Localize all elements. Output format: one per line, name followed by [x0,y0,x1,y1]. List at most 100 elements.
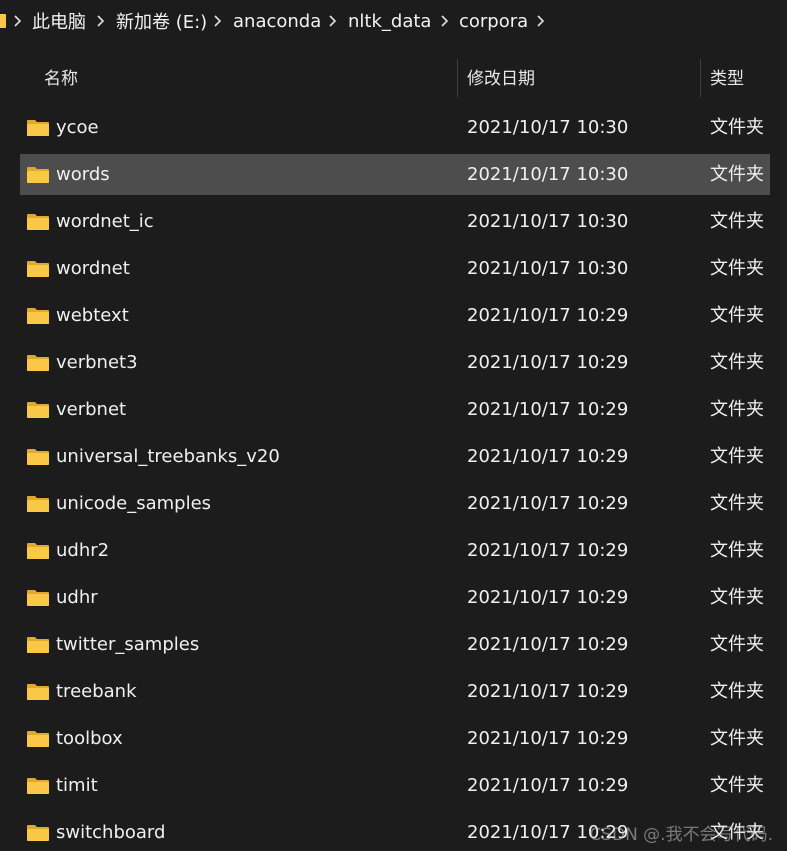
file-row[interactable]: wordnet 2021/10/17 10:30 文件夹 [20,248,770,289]
breadcrumb-item-corpora[interactable]: corpora [459,9,528,33]
file-row[interactable]: universal_treebanks_v20 2021/10/17 10:29 文… [20,436,770,477]
column-divider[interactable] [457,59,458,97]
chevron-right-icon[interactable] [327,14,337,28]
file-row[interactable]: twitter_samples 2021/10/17 10:29 文件夹 [20,624,770,665]
file-type: 文件夹 [710,352,764,373]
file-type: 文件夹 [710,211,764,232]
column-header-label: 名称 [44,69,78,89]
file-name: universal_treebanks_v20 [56,446,280,467]
file-name: wordnet [56,258,130,279]
file-type: 文件夹 [710,728,764,749]
file-date-modified: 2021/10/17 10:30 [467,258,629,279]
file-name: ycoe [56,117,99,138]
file-type: 文件夹 [710,258,764,279]
file-date-modified: 2021/10/17 10:29 [467,728,629,749]
file-name: twitter_samples [56,634,200,655]
file-name: toolbox [56,728,123,749]
file-row[interactable]: wordnet_ic 2021/10/17 10:30 文件夹 [20,201,770,242]
breadcrumb-label: 新加卷 (E:) [116,12,208,33]
folder-icon [0,14,6,28]
file-row[interactable]: timit 2021/10/17 10:29 文件夹 [20,765,770,806]
chevron-right-icon [14,15,22,27]
folder-icon [27,543,49,559]
file-date-modified: 2021/10/17 10:29 [467,446,629,467]
file-row[interactable]: verbnet3 2021/10/17 10:29 文件夹 [20,342,770,383]
file-explorer-window: 此电脑 新加卷 (E:) anaconda nltk_data corpora [0,0,787,851]
breadcrumb-label: anaconda [233,10,322,32]
file-name: verbnet3 [56,352,138,373]
file-date-modified: 2021/10/17 10:29 [467,399,629,420]
file-date-modified: 2021/10/17 10:30 [467,211,629,232]
folder-icon [27,214,49,230]
file-name: wordnet_ic [56,211,154,232]
column-divider[interactable] [700,59,701,97]
column-header-type[interactable]: 类型 [710,67,744,91]
file-date-modified: 2021/10/17 10:30 [467,164,629,185]
folder-icon [27,355,49,371]
column-header-label: 类型 [710,69,744,89]
folder-icon [27,590,49,606]
file-row[interactable]: words 2021/10/17 10:30 文件夹 [20,154,770,195]
chevron-right-icon[interactable] [439,14,449,28]
folder-icon [27,120,49,136]
file-date-modified: 2021/10/17 10:29 [467,540,629,561]
file-row[interactable]: ycoe 2021/10/17 10:30 文件夹 [20,107,770,148]
chevron-right-icon[interactable] [212,14,222,28]
folder-icon [27,825,49,841]
file-date-modified: 2021/10/17 10:29 [467,493,629,514]
chevron-right-icon[interactable] [95,14,105,28]
folder-icon [27,731,49,747]
file-name: udhr [56,587,98,608]
file-name: switchboard [56,822,166,843]
file-row[interactable]: unicode_samples 2021/10/17 10:29 文件夹 [20,483,770,524]
file-date-modified: 2021/10/17 10:29 [467,352,629,373]
file-name: udhr2 [56,540,110,561]
breadcrumb-item-nltk-data[interactable]: nltk_data [348,9,431,33]
file-type: 文件夹 [710,493,764,514]
column-header-name[interactable]: 名称 [44,67,78,91]
file-type: 文件夹 [710,164,764,185]
file-name: treebank [56,681,137,702]
breadcrumb-item-anaconda[interactable]: anaconda [233,9,321,33]
file-row[interactable]: udhr 2021/10/17 10:29 文件夹 [20,577,770,618]
file-name: timit [56,775,98,796]
folder-icon [27,308,49,324]
file-row[interactable]: webtext 2021/10/17 10:29 文件夹 [20,295,770,336]
column-header: 名称 修改日期 类型 [0,55,787,101]
file-row[interactable]: toolbox 2021/10/17 10:29 文件夹 [20,718,770,759]
file-row[interactable]: verbnet 2021/10/17 10:29 文件夹 [20,389,770,430]
file-type: 文件夹 [710,681,764,702]
chevron-right-icon[interactable] [535,14,545,28]
file-type: 文件夹 [710,634,764,655]
breadcrumb-label: 此电脑 [32,12,86,33]
file-name: words [56,164,110,185]
file-date-modified: 2021/10/17 10:29 [467,775,629,796]
folder-icon [27,778,49,794]
watermark-text: CSDN @.我不会写代码. [589,825,773,845]
breadcrumb-item-drive-e[interactable]: 新加卷 (E:) [116,9,207,33]
file-date-modified: 2021/10/17 10:29 [467,587,629,608]
folder-icon [27,496,49,512]
file-date-modified: 2021/10/17 10:29 [467,305,629,326]
file-type: 文件夹 [710,446,764,467]
file-row[interactable]: udhr2 2021/10/17 10:29 文件夹 [20,530,770,571]
breadcrumb-label: nltk_data [348,10,432,32]
file-type: 文件夹 [710,399,764,420]
file-date-modified: 2021/10/17 10:29 [467,681,629,702]
file-type: 文件夹 [710,775,764,796]
folder-icon [27,637,49,653]
breadcrumb-item-this-pc[interactable]: 此电脑 [32,9,86,33]
file-name: verbnet [56,399,127,420]
breadcrumb: 此电脑 新加卷 (E:) anaconda nltk_data corpora [0,0,787,42]
file-date-modified: 2021/10/17 10:30 [467,117,629,138]
breadcrumb-label: corpora [459,10,529,32]
file-name: webtext [56,305,129,326]
column-header-label: 修改日期 [467,69,535,89]
folder-icon [27,167,49,183]
file-type: 文件夹 [710,540,764,561]
file-row[interactable]: treebank 2021/10/17 10:29 文件夹 [20,671,770,712]
file-date-modified: 2021/10/17 10:29 [467,634,629,655]
folder-icon [27,449,49,465]
column-header-date-modified[interactable]: 修改日期 [467,67,535,91]
folder-icon [27,261,49,277]
